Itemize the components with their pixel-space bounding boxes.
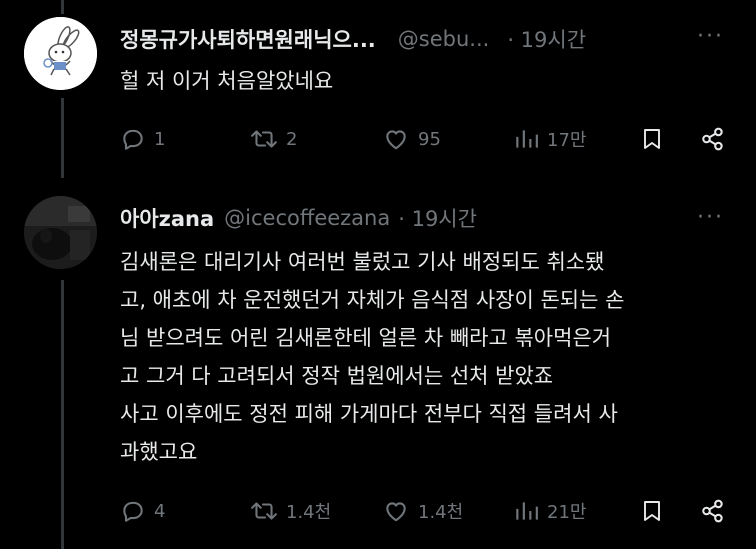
bookmark-icon (644, 501, 660, 521)
thread-line (61, 98, 64, 178)
tweet1-header: 정몽규가사퇴하면원래닉으... @sebu... · 19시간 (120, 24, 586, 54)
heart-icon (386, 130, 406, 150)
retweet-icon (251, 502, 277, 520)
retweet-count: 2 (286, 128, 298, 150)
tweet2-header: 아아zana @icecoffeezana · 19시간 (120, 203, 477, 233)
author-handle[interactable]: @sebu... (398, 27, 490, 51)
more-options-icon[interactable]: ··· (697, 205, 724, 230)
like-button[interactable]: 95 (382, 126, 513, 152)
bookmark-button[interactable] (640, 126, 700, 152)
author-name[interactable]: 아아zana (120, 203, 214, 233)
tweet-text-line: 과했고요 (120, 440, 198, 464)
views-chart-icon (516, 130, 538, 148)
reply-button[interactable]: 1 (120, 126, 250, 152)
reply-count: 1 (154, 128, 166, 150)
tweet-text-line: 님 받으려도 어린 김새론한테 얼른 차 빼라고 볶아먹은거 (120, 326, 612, 350)
like-count: 95 (418, 128, 441, 150)
tweet1-actions: 1 2 95 17만 (120, 119, 730, 159)
thread-line-bottom (61, 280, 64, 549)
timestamp[interactable]: · 19시간 (507, 24, 586, 54)
avatar[interactable] (24, 17, 97, 90)
views-count: 17만 (547, 130, 587, 151)
share-button[interactable] (700, 126, 726, 152)
views-chart-icon (516, 502, 538, 520)
rabbit-avatar-icon (24, 17, 97, 90)
views-button[interactable]: 21만 (513, 498, 640, 524)
retweet-icon (251, 130, 277, 148)
views-button[interactable]: 17만 (513, 126, 640, 152)
dark-photo-avatar-icon (24, 196, 97, 269)
tweet-text-line: 김새론은 대리기사 여러번 불렀고 기사 배정되도 취소됐 (120, 250, 605, 274)
reply-count: 4 (154, 500, 166, 522)
reply-icon (123, 129, 143, 150)
tweet-text: 헐 저 이거 처음알았네요 (120, 69, 334, 93)
retweet-count: 1.4천 (286, 502, 332, 523)
tweet-text-line: 고, 애초에 차 운전했던거 자체가 음식점 사장이 돈되는 손 (120, 288, 625, 312)
share-icon (702, 127, 723, 151)
like-count: 1.4천 (418, 502, 464, 523)
heart-icon (386, 502, 406, 522)
retweet-button[interactable]: 1.4천 (250, 498, 382, 524)
like-button[interactable]: 1.4천 (382, 498, 513, 524)
share-button[interactable] (700, 498, 726, 524)
share-icon (702, 499, 723, 523)
bookmark-icon (644, 129, 660, 149)
tweet-text-line: 사고 이후에도 정전 피해 가게마다 전부다 직접 들려서 사 (120, 402, 618, 426)
author-name[interactable]: 정몽규가사퇴하면원래닉으... (120, 24, 376, 54)
views-count: 21만 (547, 502, 587, 523)
reply-button[interactable]: 4 (120, 498, 250, 524)
tweet-text-line: 고 그거 다 고려되서 정작 법원에서는 선처 받았죠 (120, 364, 554, 388)
thread-line-top (61, 0, 64, 14)
more-options-icon[interactable]: ··· (697, 24, 724, 49)
tweet2-actions: 4 1.4천 1.4천 21만 (120, 491, 730, 531)
author-handle[interactable]: @icecoffeezana (224, 206, 390, 230)
reply-icon (123, 501, 143, 522)
bookmark-button[interactable] (640, 498, 700, 524)
avatar[interactable] (24, 196, 97, 269)
timestamp[interactable]: · 19시간 (398, 203, 477, 233)
retweet-button[interactable]: 2 (250, 126, 382, 152)
tweet-text: 김새론은 대리기사 여러번 불렀고 기사 배정되도 취소됐 고, 애초에 차 운… (120, 243, 624, 471)
